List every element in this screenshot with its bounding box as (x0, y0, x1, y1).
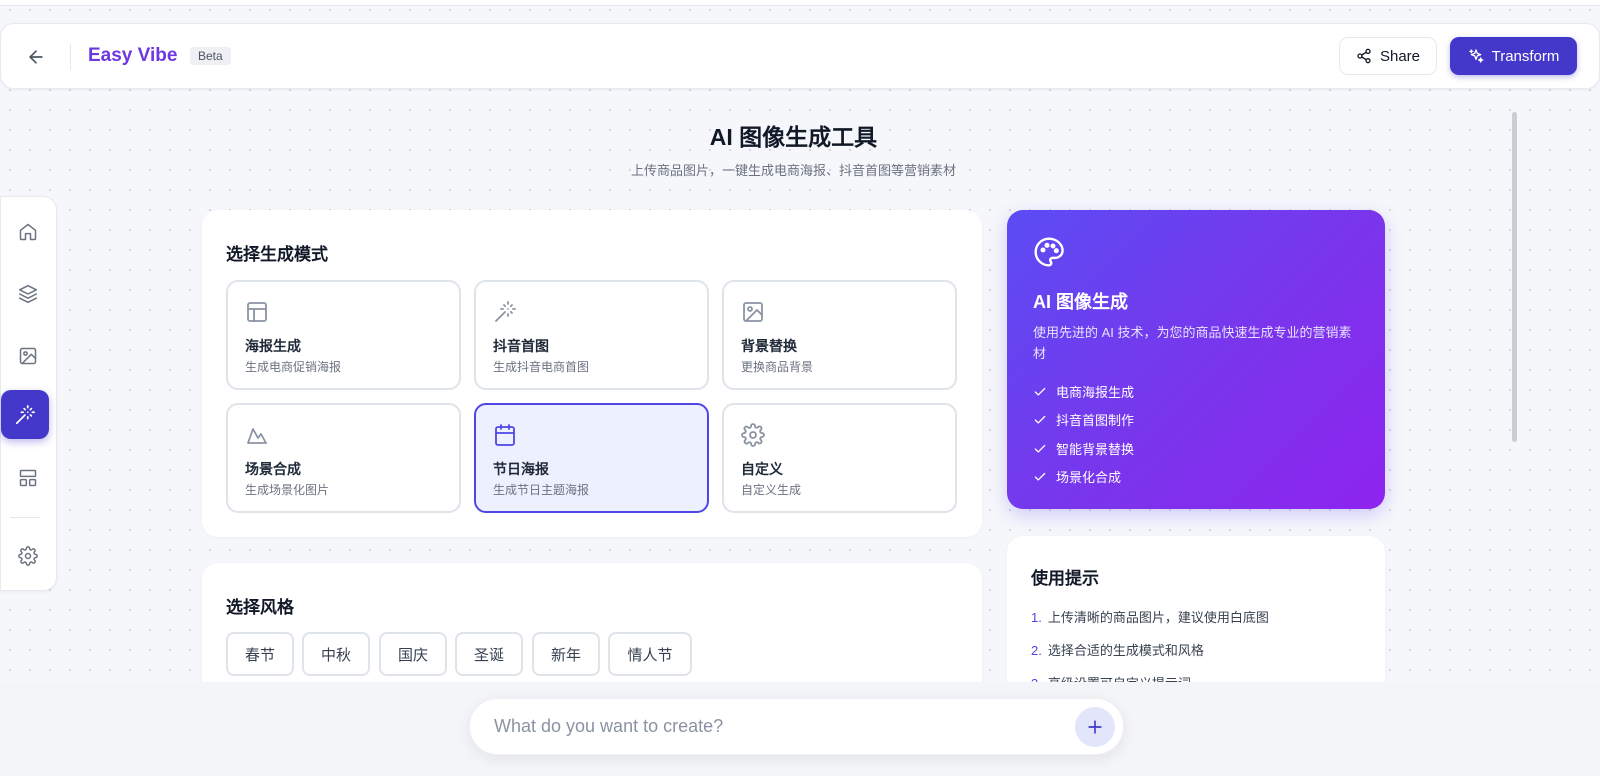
sparkles-icon (1468, 49, 1483, 63)
image-icon (743, 302, 763, 322)
sidebar-divider (10, 517, 40, 518)
magic-wand-icon (15, 404, 35, 424)
promo-card: AI 图像生成 使用先进的 AI 技术，为您的商品快速生成专业的营销素材 电商海… (1007, 210, 1385, 509)
style-chip-national-day[interactable]: 国庆 (379, 632, 447, 676)
style-chip-christmas[interactable]: 圣诞 (455, 632, 523, 676)
tip-number: 1. (1031, 610, 1042, 625)
back-button[interactable] (19, 40, 53, 74)
promo-feature-label: 电商海报生成 (1056, 385, 1135, 400)
palette-icon (1034, 237, 1064, 267)
gear-icon (741, 423, 765, 447)
mode-label: 节日海报 (493, 461, 549, 477)
mode-tile-holiday-poster[interactable]: 节日海报 生成节日主题海报 (474, 403, 709, 513)
tip-text: 选择合适的生成模式和风格 (1047, 643, 1204, 658)
mode-label: 海报生成 (245, 338, 301, 354)
page-title: AI 图像生成工具 (709, 124, 878, 150)
mode-label: 抖音首图 (493, 338, 549, 354)
mountain-icon (247, 428, 267, 444)
prompt-bar (469, 698, 1124, 755)
promo-feature-item: 抖音首图制作 (1033, 410, 1134, 429)
tip-text: 上传清晰的商品图片，建议使用白底图 (1047, 610, 1269, 625)
mode-desc: 生成场景化图片 (245, 483, 330, 497)
mode-desc: 生成电商促销海报 (245, 360, 342, 374)
beta-badge: Beta (190, 47, 231, 65)
tips-title: 使用提示 (1031, 569, 1099, 588)
mode-desc: 自定义生成 (741, 483, 802, 497)
mode-tile-douyin-cover[interactable]: 抖音首图 生成抖音电商首图 (474, 280, 709, 390)
style-chip-mid-autumn[interactable]: 中秋 (302, 632, 370, 676)
transform-label: Transform (1491, 47, 1560, 65)
gear-icon (17, 545, 38, 566)
promo-feature-label: 抖音首图制作 (1056, 413, 1135, 428)
style-chip-valentines[interactable]: 情人节 (608, 632, 692, 676)
sidebar-item-magic-wand[interactable] (1, 390, 49, 439)
arrow-left-icon (29, 50, 43, 64)
promo-feature-label: 场景化合成 (1056, 470, 1122, 485)
top-header: Easy Vibe Beta Share Transform (0, 23, 1600, 89)
mode-desc: 生成节日主题海报 (493, 483, 590, 497)
mode-section-title: 选择生成模式 (226, 245, 328, 264)
home-icon (19, 223, 36, 240)
left-sidebar (0, 196, 57, 591)
check-icon (1034, 444, 1046, 453)
promo-feature-item: 智能背景替换 (1033, 439, 1134, 458)
prompt-input[interactable] (494, 699, 1054, 754)
sidebar-item-layout[interactable] (5, 455, 50, 500)
check-icon (1034, 387, 1046, 396)
style-chip-new-year[interactable]: 新年 (532, 632, 600, 676)
window-top-edge (0, 0, 1600, 6)
layout-icon (19, 469, 36, 486)
promo-feature-item: 电商海报生成 (1033, 382, 1134, 401)
share-button[interactable]: Share (1339, 37, 1437, 75)
sidebar-item-image[interactable] (5, 333, 50, 378)
layout-icon (247, 302, 267, 322)
check-icon (1034, 415, 1046, 424)
calendar-icon (495, 424, 515, 446)
tip-item: 2. 选择合适的生成模式和风格 (1031, 640, 1204, 659)
add-button[interactable] (1075, 707, 1115, 747)
scrollbar[interactable] (1512, 112, 1517, 442)
style-chip-spring-festival[interactable]: 春节 (226, 632, 294, 676)
tip-item: 1. 上传清晰的商品图片，建议使用白底图 (1031, 607, 1269, 626)
mode-desc: 生成抖音电商首图 (493, 360, 590, 374)
tip-number: 2. (1031, 643, 1042, 658)
check-icon (1034, 472, 1046, 481)
mode-desc: 更换商品背景 (741, 360, 814, 374)
mode-tile-scene-composite[interactable]: 场景合成 生成场景化图片 (226, 403, 461, 513)
sidebar-item-layers[interactable] (5, 271, 50, 316)
style-section-title: 选择风格 (226, 598, 294, 617)
transform-button[interactable]: Transform (1450, 37, 1577, 75)
mode-tile-background-replace[interactable]: 背景替换 更换商品背景 (722, 280, 957, 390)
page-subtitle: 上传商品图片，一键生成电商海报、抖音首图等营销素材 (630, 163, 956, 178)
plus-icon (1088, 720, 1102, 734)
mode-label: 自定义 (741, 461, 783, 477)
promo-feature-label: 智能背景替换 (1056, 442, 1135, 457)
image-icon (19, 347, 36, 364)
mode-label: 场景合成 (245, 461, 301, 477)
promo-feature-item: 场景化合成 (1033, 467, 1121, 486)
sidebar-item-settings[interactable] (5, 533, 50, 578)
mode-tile-poster[interactable]: 海报生成 生成电商促销海报 (226, 280, 461, 390)
promo-description: 使用先进的 AI 技术，为您的商品快速生成专业的营销素材 (1033, 325, 1352, 361)
mode-label: 背景替换 (741, 338, 797, 354)
promo-title: AI 图像生成 (1033, 292, 1129, 312)
share-icon (1357, 48, 1371, 64)
sidebar-item-home[interactable] (5, 209, 50, 254)
magic-wand-icon (495, 301, 516, 322)
app-name: Easy Vibe (88, 45, 178, 66)
mode-selection-card: 选择生成模式 海报生成 生成电商促销海报 抖音首图 生成抖音电商首图 背景替换 … (202, 210, 982, 537)
header-divider (70, 44, 71, 70)
mode-tile-custom[interactable]: 自定义 自定义生成 (722, 403, 957, 513)
share-label: Share (1379, 47, 1421, 65)
layers-icon (18, 284, 37, 303)
